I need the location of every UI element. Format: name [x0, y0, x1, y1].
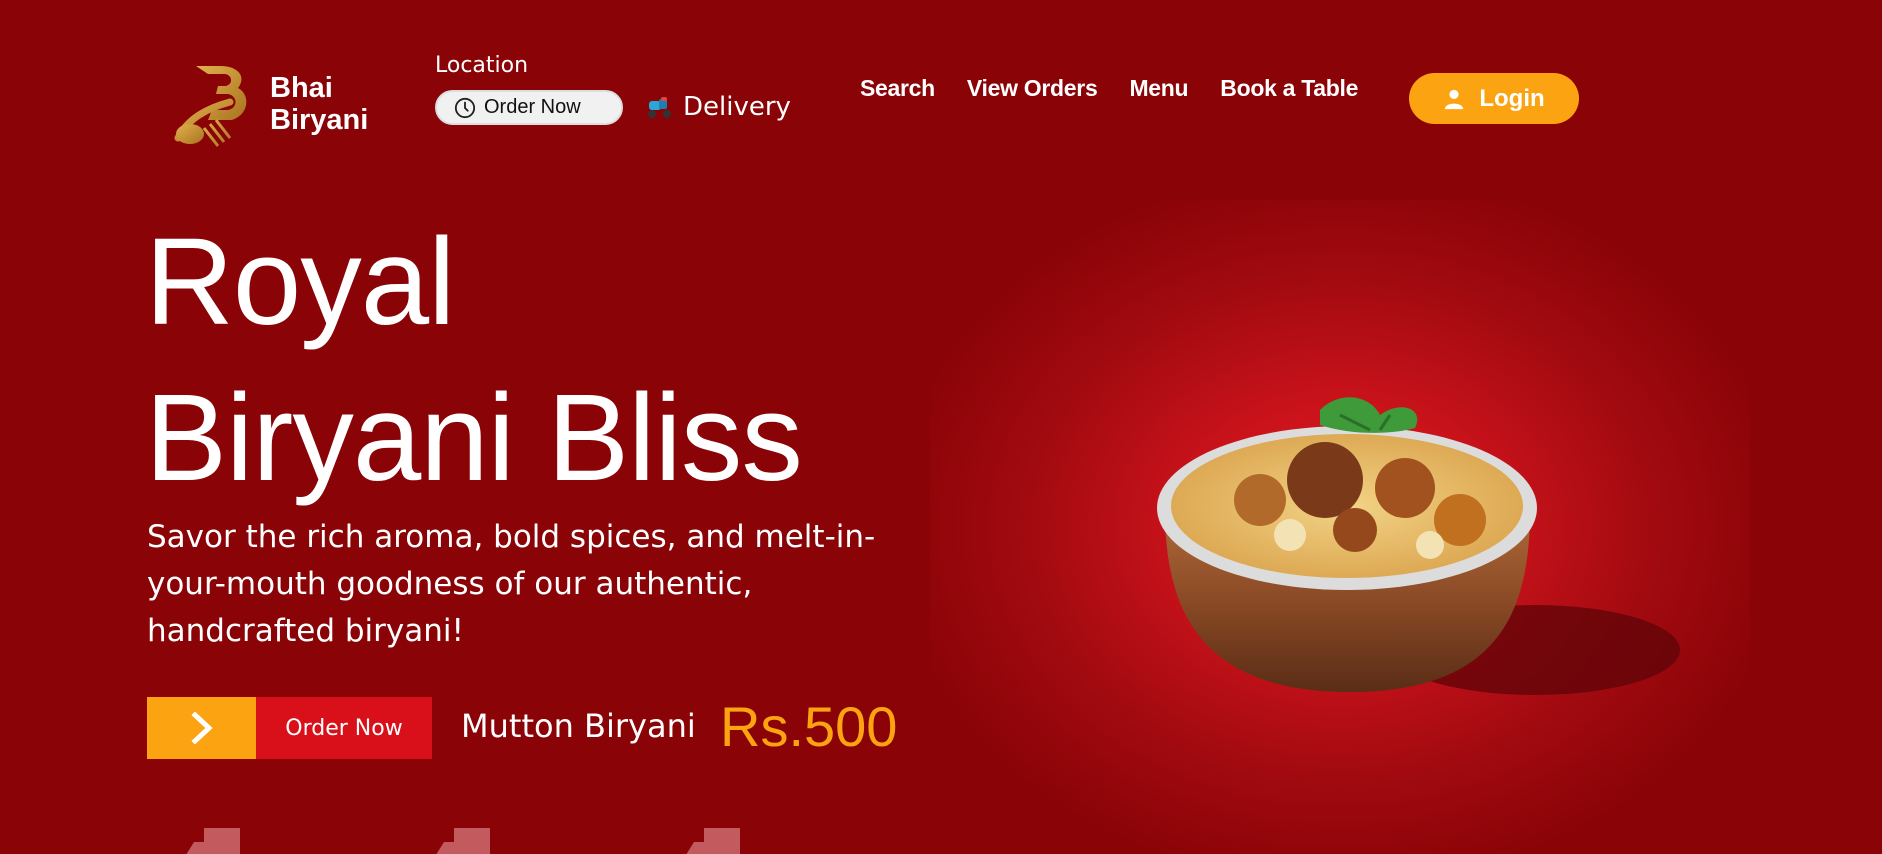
biryani-bowl-image [1157, 397, 1680, 695]
delivery-toggle[interactable]: Delivery [645, 92, 791, 122]
dish-name: Mutton Biryani [461, 707, 696, 745]
chevron-right-icon [190, 712, 213, 744]
nav-book-table[interactable]: Book a Table [1220, 75, 1358, 102]
nav-search[interactable]: Search [860, 75, 935, 102]
login-button[interactable]: Login [1409, 73, 1579, 124]
brand-line2: Biryani [270, 104, 369, 136]
brand-name: Bhai Biryani [270, 72, 368, 136]
category-icon[interactable] [182, 828, 240, 854]
hero-title: Royal Biryani Bliss [145, 205, 925, 517]
clock-icon [454, 97, 476, 118]
order-now-cta[interactable]: Order Now [147, 697, 432, 759]
cta-order-now-label[interactable]: Order Now [256, 697, 432, 759]
user-icon [1445, 89, 1464, 109]
page: Bhai Biryani Location Order Now Delivery… [0, 0, 1882, 854]
order-now-pill[interactable]: Order Now [435, 90, 623, 125]
location-label: Location [435, 53, 529, 78]
category-icon[interactable] [432, 828, 490, 854]
logo-icon [174, 66, 247, 147]
main-nav: Search View Orders Menu Book a Table [860, 75, 1358, 102]
login-label: Login [1479, 84, 1545, 112]
hero-title-line2: Biryani Bliss [145, 370, 803, 507]
dish-price: Rs.500 [720, 695, 898, 758]
category-icon[interactable] [682, 828, 740, 854]
delivery-label: Delivery [683, 92, 791, 122]
brand-line1: Bhai [270, 72, 333, 104]
cta-arrow-button[interactable] [147, 697, 256, 759]
order-now-pill-label: Order Now [484, 96, 581, 118]
nav-view-orders[interactable]: View Orders [967, 75, 1098, 102]
scooter-icon [648, 97, 671, 118]
brand-logo[interactable]: Bhai Biryani [168, 58, 378, 150]
hero-title-line1: Royal [145, 214, 455, 351]
hero-description: Savor the rich aroma, bold spices, and m… [147, 519, 876, 649]
location-block: Location Order Now [435, 53, 623, 125]
nav-menu[interactable]: Menu [1129, 75, 1188, 102]
